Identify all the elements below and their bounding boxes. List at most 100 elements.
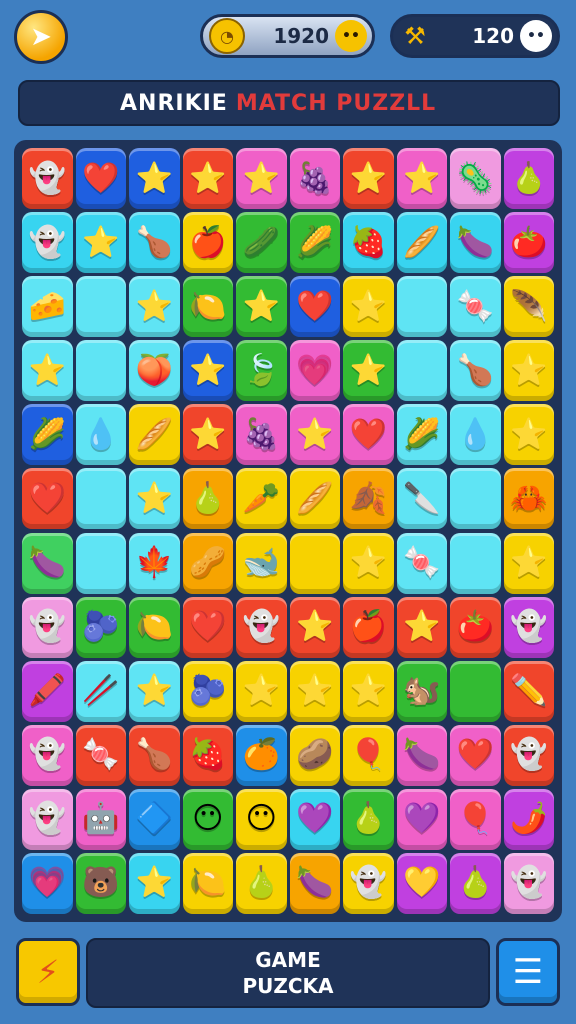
board-tile[interactable]: ⭐ (343, 660, 394, 722)
board-tile[interactable]: 🐻 (75, 852, 126, 914)
board-tile[interactable]: ❤️ (343, 404, 394, 466)
board-tile[interactable]: 😶 (236, 788, 287, 850)
board-tile[interactable]: 🎈 (343, 724, 394, 786)
board-tile[interactable]: 💧 (450, 404, 501, 466)
board-tile[interactable]: 🍗 (129, 724, 180, 786)
board-tile[interactable]: ⭐ (503, 404, 554, 466)
board-tile[interactable]: ⭐ (75, 212, 126, 274)
board-tile[interactable]: 🥖 (129, 404, 180, 466)
board-tile[interactable]: ⭐ (182, 148, 233, 210)
board-tile[interactable]: 🍐 (182, 468, 233, 530)
board-tile[interactable]: 🥢 (75, 660, 126, 722)
board-tile[interactable]: 🥖 (289, 468, 340, 530)
board-tile[interactable] (450, 660, 501, 722)
board-tile[interactable]: 🔪 (396, 468, 447, 530)
board-tile[interactable]: 🐿️ (396, 660, 447, 722)
board-tile[interactable]: 🥕 (236, 468, 287, 530)
board-tile[interactable]: 💗 (289, 340, 340, 402)
board-tile[interactable]: 🍑 (129, 340, 180, 402)
face-icon[interactable]: •• (520, 20, 552, 52)
board-tile[interactable]: ⭐ (343, 148, 394, 210)
board-tile[interactable]: 👻 (503, 596, 554, 658)
board-tile[interactable]: 👻 (22, 724, 73, 786)
board-tile[interactable]: 🍆 (450, 212, 501, 274)
board-tile[interactable]: ❤️ (182, 596, 233, 658)
board-tile[interactable]: 👻 (343, 852, 394, 914)
board-tile[interactable]: 🍬 (396, 532, 447, 594)
board-tile[interactable]: 🍆 (22, 532, 73, 594)
board-tile[interactable]: 🦀 (503, 468, 554, 530)
board-tile[interactable] (396, 340, 447, 402)
board-tile[interactable]: ❤️ (289, 276, 340, 338)
board-tile[interactable]: 🍬 (75, 724, 126, 786)
board-tile[interactable]: ⭐ (343, 276, 394, 338)
board-tile[interactable] (75, 468, 126, 530)
board-tile[interactable]: ⭐ (129, 852, 180, 914)
board-tile[interactable]: 🍋 (182, 852, 233, 914)
back-button[interactable]: ➤ (14, 10, 68, 64)
board-tile[interactable]: 💗 (22, 852, 73, 914)
board-tile[interactable] (75, 276, 126, 338)
board-tile[interactable]: ⭐ (289, 404, 340, 466)
board-tile[interactable]: 🍗 (450, 340, 501, 402)
board-tile[interactable]: 🍅 (503, 212, 554, 274)
board-tile[interactable]: 🍂 (343, 468, 394, 530)
board-tile[interactable]: ⭐ (22, 340, 73, 402)
board-tile[interactable]: 😶 (182, 788, 233, 850)
board-tile[interactable]: 🍗 (129, 212, 180, 274)
board-tile[interactable]: ❤️ (450, 724, 501, 786)
board-tile[interactable]: 👻 (22, 212, 73, 274)
board-tile[interactable]: ⭐ (129, 276, 180, 338)
board-tile[interactable]: 🖍️ (22, 660, 73, 722)
board-tile[interactable]: 🍃 (236, 340, 287, 402)
face-icon[interactable]: •• (335, 20, 367, 52)
board-tile[interactable]: 🌽 (289, 212, 340, 274)
board-tile[interactable]: 🍊 (236, 724, 287, 786)
board-tile[interactable]: 🫐 (182, 660, 233, 722)
board-tile[interactable]: ⭐ (236, 660, 287, 722)
board-tile[interactable]: 👻 (236, 596, 287, 658)
board-tile[interactable]: ⭐ (129, 660, 180, 722)
hammer-icon[interactable]: ⚒ (399, 20, 431, 52)
board-tile[interactable]: 🍆 (289, 852, 340, 914)
board-tile[interactable]: ❤️ (75, 148, 126, 210)
board-tile[interactable] (396, 276, 447, 338)
board-tile[interactable]: 💜 (396, 788, 447, 850)
board-tile[interactable]: 🍋 (129, 596, 180, 658)
board-tile[interactable]: 🍁 (129, 532, 180, 594)
board-tile[interactable]: 🍆 (396, 724, 447, 786)
board-tile[interactable]: 👻 (22, 596, 73, 658)
board-tile[interactable]: ⭐ (343, 532, 394, 594)
board-tile[interactable]: 🌶️ (503, 788, 554, 850)
board-tile[interactable]: 🦠 (450, 148, 501, 210)
board-tile[interactable] (450, 532, 501, 594)
board-tile[interactable]: 🪶 (503, 276, 554, 338)
board-tile[interactable]: 🍇 (236, 404, 287, 466)
board-tile[interactable]: 🌽 (22, 404, 73, 466)
board-tile[interactable]: 🍐 (450, 852, 501, 914)
board-tile[interactable]: 🍎 (343, 596, 394, 658)
board-tile[interactable]: 💜 (289, 788, 340, 850)
booster-button[interactable]: ⚡ (16, 938, 80, 1006)
board-tile[interactable] (75, 532, 126, 594)
board-tile[interactable]: ⭐ (289, 596, 340, 658)
board-tile[interactable]: ⭐ (129, 148, 180, 210)
board-tile[interactable]: 🐋 (236, 532, 287, 594)
board-tile[interactable]: 🌽 (396, 404, 447, 466)
board-tile[interactable]: ⭐ (396, 148, 447, 210)
board-tile[interactable]: ⭐ (503, 532, 554, 594)
board-tile[interactable]: 💧 (75, 404, 126, 466)
board-tile[interactable]: 🫐 (75, 596, 126, 658)
board-tile[interactable]: 👻 (22, 148, 73, 210)
board-tile[interactable]: ⭐ (289, 660, 340, 722)
board-tile[interactable]: 🥔 (289, 724, 340, 786)
board-tile[interactable]: 🍐 (236, 852, 287, 914)
board-tile[interactable]: 🥜 (182, 532, 233, 594)
board-tile[interactable]: ⭐ (182, 404, 233, 466)
board-tile[interactable]: 👻 (503, 852, 554, 914)
board-tile[interactable]: 👻 (22, 788, 73, 850)
board-tile[interactable]: ❤️ (22, 468, 73, 530)
board-tile[interactable]: 🍓 (182, 724, 233, 786)
board-tile[interactable]: 🥖 (396, 212, 447, 274)
board-tile[interactable]: 🍇 (289, 148, 340, 210)
